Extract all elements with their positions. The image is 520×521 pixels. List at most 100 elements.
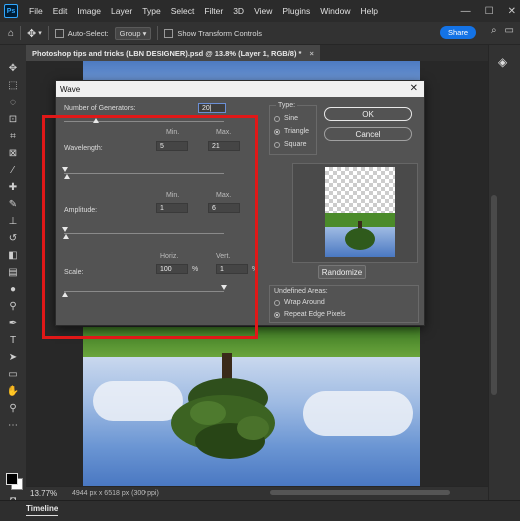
path-select-icon[interactable]: ➤	[6, 350, 20, 364]
transform-controls-label: Show Transform Controls	[177, 28, 262, 38]
marquee-tool-icon[interactable]: ⬚	[6, 78, 20, 92]
type-label: Type:	[276, 102, 298, 109]
menu-type[interactable]: Type	[137, 6, 165, 16]
amplitude-max-header: Max.	[216, 192, 232, 199]
amplitude-min-thumb[interactable]	[62, 227, 68, 232]
dodge-tool-icon[interactable]: ⚲	[6, 299, 20, 313]
close-tab-icon[interactable]: ×	[309, 49, 313, 58]
eraser-icon[interactable]: ◧	[6, 248, 20, 262]
scale-horiz-thumb[interactable]	[62, 292, 68, 297]
wavelength-slider-track[interactable]	[64, 173, 224, 174]
image-cloud	[303, 391, 413, 436]
amplitude-max-input[interactable]: 6	[208, 203, 240, 213]
preview-pane	[292, 163, 418, 263]
menu-filter[interactable]: Filter	[199, 6, 228, 16]
wavelength-max-thumb[interactable]	[64, 174, 70, 179]
foreground-color-swatch[interactable]	[6, 473, 18, 485]
zoom-tool-icon[interactable]: ⚲	[6, 401, 20, 415]
scale-vert-thumb[interactable]	[221, 285, 227, 290]
history-brush-icon[interactable]: ↺	[6, 231, 20, 245]
zoom-level[interactable]: 13.77%	[30, 489, 57, 498]
menu-file[interactable]: File	[24, 6, 48, 16]
generators-label: Number of Generators:	[64, 105, 136, 112]
close-icon[interactable]: ✕	[508, 6, 516, 17]
hand-tool-icon[interactable]: ✋	[6, 384, 20, 398]
menu-image[interactable]: Image	[72, 6, 106, 16]
timeline-panel: Timeline	[0, 500, 520, 521]
workspace-icon[interactable]: ▭	[505, 25, 514, 36]
eyedropper-icon[interactable]: ⁄	[6, 163, 20, 177]
cancel-button[interactable]: Cancel	[324, 127, 412, 141]
scale-vert-input[interactable]: 1	[216, 264, 248, 274]
repeat-edge-pixels-radio[interactable]	[274, 312, 280, 318]
options-bar: ⌂ ✥ ▾ Auto-Select: Group ▾ Show Transfor…	[0, 22, 520, 45]
square-label: Square	[284, 141, 307, 148]
amplitude-min-input[interactable]: 1	[156, 203, 188, 213]
home-icon[interactable]: ⌂	[8, 28, 14, 39]
generators-input[interactable]: 20|	[198, 103, 226, 113]
menu-bar: Ps File Edit Image Layer Type Select Fil…	[0, 0, 520, 22]
healing-brush-icon[interactable]: ✚	[6, 180, 20, 194]
right-panel-dock: ◈	[488, 45, 520, 501]
wavelength-max-input[interactable]: 21	[208, 141, 240, 151]
more-tools-icon[interactable]: ⋯	[6, 418, 20, 432]
divider	[157, 26, 159, 40]
wavelength-min-input[interactable]: 5	[156, 141, 188, 151]
menu-help[interactable]: Help	[355, 6, 382, 16]
randomize-button[interactable]: Randomize	[318, 265, 366, 279]
search-icon[interactable]: ⌕	[491, 25, 497, 36]
generators-slider-track[interactable]	[64, 121, 224, 122]
layers-panel-icon[interactable]: ◈	[498, 55, 507, 69]
transform-controls-checkbox[interactable]	[164, 28, 174, 38]
document-tab[interactable]: Photoshop tips and tricks (LBN DESIGNER)…	[26, 45, 320, 61]
scale-slider-track[interactable]	[64, 291, 224, 292]
auto-select-checkbox[interactable]	[54, 28, 64, 38]
wavelength-min-thumb[interactable]	[62, 167, 68, 172]
amplitude-slider-track[interactable]	[64, 233, 224, 234]
generators-slider-thumb[interactable]	[93, 118, 99, 123]
percent-label: %	[192, 266, 199, 273]
timeline-tab[interactable]: Timeline	[26, 504, 59, 516]
blur-tool-icon[interactable]: ●	[6, 282, 20, 296]
close-icon[interactable]: ✕	[410, 83, 418, 94]
menu-select[interactable]: Select	[166, 6, 200, 16]
horizontal-scrollbar[interactable]	[270, 490, 450, 495]
shape-tool-icon[interactable]: ▭	[6, 367, 20, 381]
divider	[20, 26, 22, 40]
ok-button[interactable]: OK	[324, 107, 412, 121]
maximize-icon[interactable]: ☐	[485, 6, 494, 17]
menu-layer[interactable]: Layer	[106, 6, 137, 16]
auto-select-dropdown[interactable]: Group ▾	[114, 26, 152, 40]
square-radio[interactable]	[274, 142, 280, 148]
lasso-tool-icon[interactable]: ◌	[6, 95, 20, 109]
pen-tool-icon[interactable]: ✒	[6, 316, 20, 330]
type-tool-icon[interactable]: T	[6, 333, 20, 347]
menu-plugins[interactable]: Plugins	[277, 6, 315, 16]
menu-view[interactable]: View	[249, 6, 277, 16]
chevron-down-icon[interactable]: ▾	[38, 29, 42, 37]
scale-vert-header: Vert.	[216, 253, 231, 260]
menu-window[interactable]: Window	[315, 6, 355, 16]
sine-radio[interactable]	[274, 116, 280, 122]
vertical-scrollbar[interactable]	[491, 195, 497, 395]
object-select-icon[interactable]: ⊡	[6, 112, 20, 126]
menu-3d[interactable]: 3D	[228, 6, 249, 16]
share-button[interactable]: Share	[439, 26, 476, 39]
triangle-radio[interactable]	[274, 129, 280, 135]
stamp-tool-icon[interactable]: ⊥	[6, 214, 20, 228]
menu-edit[interactable]: Edit	[48, 6, 73, 16]
move-tool-icon[interactable]: ✥	[6, 61, 20, 75]
move-tool-icon[interactable]: ✥	[27, 27, 36, 40]
divider	[47, 26, 49, 40]
amplitude-max-thumb[interactable]	[63, 234, 69, 239]
percent-label: %	[252, 266, 259, 273]
brush-tool-icon[interactable]: ✎	[6, 197, 20, 211]
wrap-around-radio[interactable]	[274, 300, 280, 306]
frame-tool-icon[interactable]: ⊠	[6, 146, 20, 160]
minimize-icon[interactable]: —	[461, 6, 471, 17]
auto-select-label: Auto-Select:	[67, 28, 109, 38]
gradient-tool-icon[interactable]: ▤	[6, 265, 20, 279]
scale-horiz-input[interactable]: 100	[156, 264, 188, 274]
crop-tool-icon[interactable]: ⌗	[6, 129, 20, 143]
expand-info-icon[interactable]: ›	[144, 489, 146, 496]
